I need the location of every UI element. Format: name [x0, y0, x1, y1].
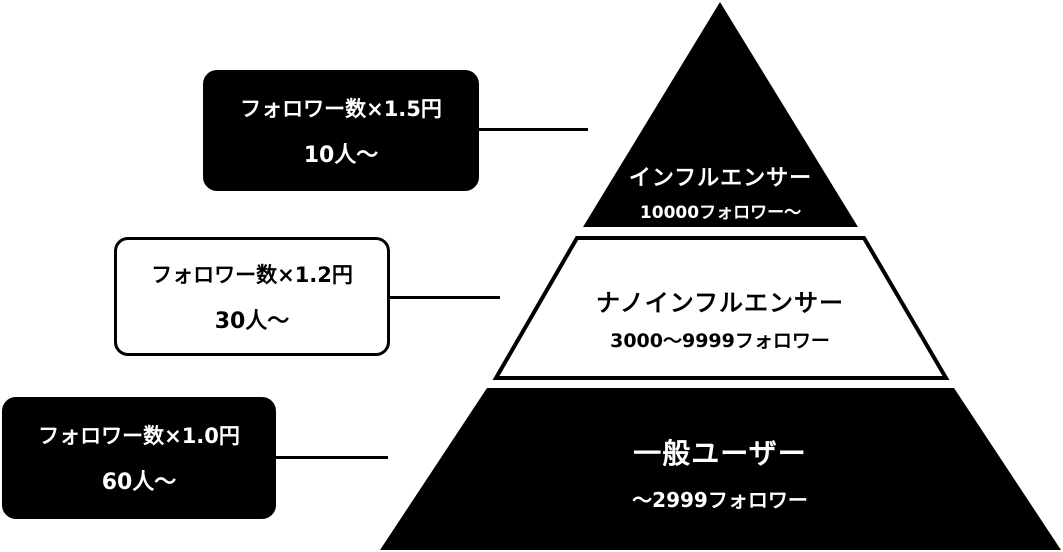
- callout-bottom: フォロワー数×1.0円 60人〜: [2, 397, 276, 519]
- tier-middle-range: 3000〜9999フォロワー: [610, 330, 830, 352]
- tier-bottom-range: 〜2999フォロワー: [632, 488, 808, 512]
- callout-top: フォロワー数×1.5円 10人〜: [203, 70, 479, 191]
- tier-bottom-label: 一般ユーザー 〜2999フォロワー: [570, 432, 870, 513]
- connector-top: [478, 128, 588, 131]
- tier-top-label: インフルエンサー 10000フォロワー〜: [583, 160, 858, 223]
- callout-bottom-count: 60人〜: [101, 470, 177, 495]
- callout-top-count: 10人〜: [303, 142, 379, 168]
- tier-top-title: インフルエンサー: [628, 166, 813, 191]
- callout-top-rate: フォロワー数×1.5円: [240, 96, 442, 121]
- tier-top-range: 10000フォロワー〜: [639, 203, 802, 223]
- tier-middle-title: ナノインフルエンサー: [595, 289, 845, 317]
- callout-middle-count: 30人〜: [214, 308, 290, 334]
- tier-bottom-title: 一般ユーザー: [633, 437, 807, 470]
- pyramid-diagram: インフルエンサー 10000フォロワー〜 ナノインフルエンサー 3000〜999…: [0, 0, 1063, 552]
- connector-middle: [390, 296, 500, 299]
- callout-middle-rate: フォロワー数×1.2円: [151, 262, 353, 287]
- callout-bottom-rate: フォロワー数×1.0円: [38, 424, 240, 448]
- tier-middle-label: ナノインフルエンサー 3000〜9999フォロワー: [560, 283, 880, 353]
- callout-middle: フォロワー数×1.2円 30人〜: [114, 237, 390, 356]
- connector-bottom: [276, 456, 388, 459]
